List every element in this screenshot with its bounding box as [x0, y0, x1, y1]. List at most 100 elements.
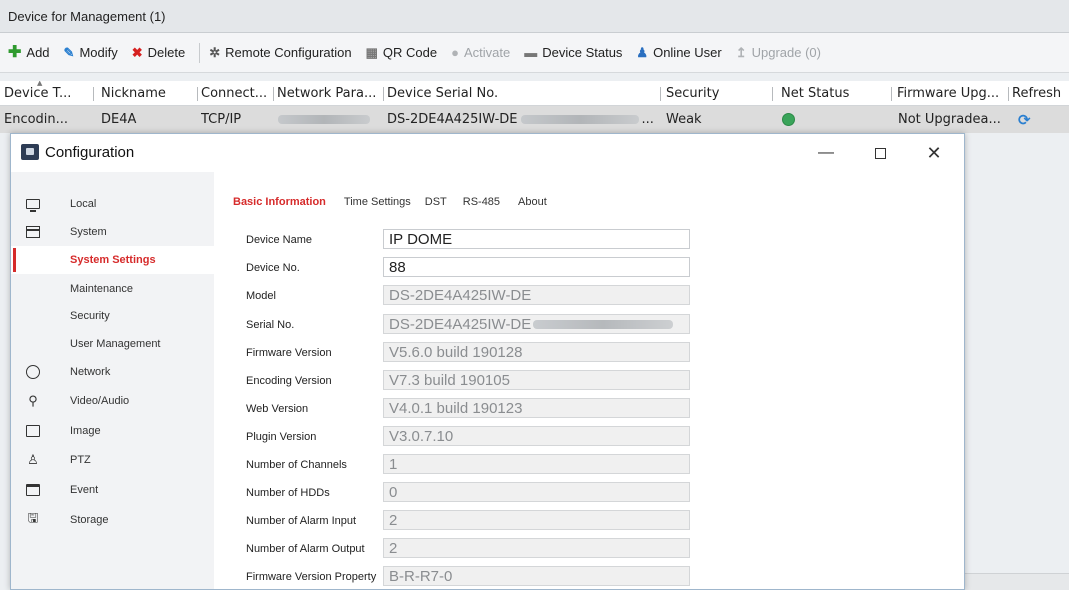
- refresh-icon[interactable]: ⟳: [1018, 106, 1048, 133]
- modify-button[interactable]: ✎ Modify: [64, 45, 118, 60]
- configuration-dialog: Configuration — ✕ Local System System Se…: [10, 133, 965, 590]
- number-of-alarm-input-field: 2: [383, 510, 690, 530]
- cell-net-status: [782, 106, 822, 133]
- maximize-icon: [874, 147, 886, 159]
- qr-code-button[interactable]: ▦ QR Code: [366, 45, 438, 60]
- table-row[interactable]: Encodin... DE4A TCP/IP DS-2DE4A425IW-DE …: [0, 106, 1069, 133]
- encoding-version-label: Encoding Version: [246, 375, 332, 387]
- upgrade-arrow-icon: ↥: [735, 45, 747, 60]
- column-separator[interactable]: [1008, 87, 1009, 101]
- delete-label: Delete: [147, 45, 186, 60]
- firmware-version-field: V5.6.0 build 190128: [383, 342, 690, 362]
- remote-configuration-button[interactable]: ✲ Remote Configuration: [209, 45, 351, 60]
- column-header-network-params[interactable]: Network Para...: [277, 81, 382, 105]
- delete-button[interactable]: ✖ Delete: [132, 45, 185, 60]
- sidebar-item-system[interactable]: System: [11, 218, 214, 246]
- column-header-connection[interactable]: Connect...: [201, 81, 273, 105]
- sidebar-item-security[interactable]: Security: [11, 302, 214, 330]
- column-separator[interactable]: [197, 87, 198, 101]
- column-header-device-type[interactable]: ▲ Device T...: [4, 81, 94, 105]
- modify-label: Modify: [79, 45, 118, 60]
- column-separator[interactable]: [383, 87, 384, 101]
- online-user-button[interactable]: ♟ Online User: [636, 45, 721, 60]
- upgrade-button[interactable]: ↥ Upgrade (0): [736, 45, 821, 60]
- device-toolbar: ✚ Add ✎ Modify ✖ Delete ✲ Remote Configu…: [0, 33, 1069, 73]
- column-header-nickname[interactable]: Nickname: [101, 81, 197, 105]
- column-header-label: Connect...: [201, 85, 268, 101]
- sidebar-item-label: System: [70, 226, 107, 238]
- sidebar-item-label: Local: [70, 198, 97, 210]
- sidebar-item-maintenance[interactable]: Maintenance: [11, 275, 214, 303]
- minimize-button[interactable]: —: [809, 140, 843, 166]
- monitor-icon: [25, 196, 41, 212]
- add-button[interactable]: ✚ Add: [8, 43, 50, 61]
- sidebar-item-system-settings[interactable]: System Settings: [11, 246, 214, 274]
- panel-footer: [965, 573, 1069, 590]
- gear-icon: ✲: [209, 45, 221, 60]
- sidebar-item-image[interactable]: Image: [11, 417, 214, 445]
- column-separator[interactable]: [772, 87, 773, 101]
- number-of-channels-field: 1: [383, 454, 690, 474]
- sidebar-item-label: System Settings: [70, 254, 156, 266]
- dialog-titlebar[interactable]: Configuration — ✕: [11, 134, 964, 172]
- device-status-icon: ▬: [524, 45, 538, 60]
- sidebar-item-label: Maintenance: [70, 283, 133, 295]
- toolbar-divider: [199, 42, 201, 63]
- cell-security: Weak: [666, 112, 702, 127]
- plus-icon: ✚: [8, 43, 22, 61]
- column-header-label: Nickname: [101, 85, 166, 101]
- sidebar-item-event[interactable]: Event: [11, 476, 214, 504]
- column-header-label: Device Serial No.: [387, 85, 499, 101]
- plugin-version-field: V3.0.7.10: [383, 426, 690, 446]
- cell-network-params: [278, 106, 378, 133]
- column-header-net-status[interactable]: Net Status: [781, 81, 881, 105]
- network-icon: [25, 364, 41, 380]
- sidebar-item-label: Security: [70, 310, 110, 322]
- tab-dst[interactable]: DST: [425, 196, 447, 208]
- sidebar-item-label: Image: [70, 425, 101, 437]
- web-version-label: Web Version: [246, 403, 309, 415]
- sidebar-item-network[interactable]: Network: [11, 358, 214, 386]
- column-separator[interactable]: [891, 87, 892, 101]
- cell-device-type: Encodin...: [4, 112, 69, 127]
- serial-no-value: DS-2DE4A425IW-DE: [389, 315, 532, 333]
- serial-ellipsis: ...: [641, 112, 654, 127]
- dialog-title: Configuration: [45, 144, 135, 161]
- maximize-button[interactable]: [863, 140, 897, 166]
- sidebar-item-user-management[interactable]: User Management: [11, 330, 214, 358]
- column-separator[interactable]: [660, 87, 661, 101]
- close-button[interactable]: ✕: [917, 140, 951, 166]
- tab-time-settings[interactable]: Time Settings: [344, 196, 411, 208]
- tab-basic-information[interactable]: Basic Information: [233, 196, 326, 208]
- sidebar-item-video-audio[interactable]: ⚲ Video/Audio: [11, 387, 214, 415]
- column-separator[interactable]: [273, 87, 274, 101]
- device-status-button[interactable]: ▬ Device Status: [524, 45, 622, 60]
- number-of-alarm-input-label: Number of Alarm Input: [246, 515, 357, 527]
- column-header-label: Refresh: [1012, 85, 1062, 101]
- edit-icon: ✎: [63, 45, 75, 60]
- tab-about[interactable]: About: [518, 196, 547, 208]
- column-header-firmware-upgrade[interactable]: Firmware Upg...: [897, 81, 1005, 105]
- column-header-security[interactable]: Security: [666, 81, 766, 105]
- serial-no-field: DS-2DE4A425IW-DE: [383, 314, 690, 334]
- firmware-version-label: Firmware Version: [246, 347, 332, 359]
- device-no-field[interactable]: 88: [383, 257, 690, 277]
- sidebar-item-label: Storage: [70, 514, 109, 526]
- close-icon: ✕: [926, 142, 942, 163]
- sidebar-item-ptz[interactable]: ♙ PTZ: [11, 446, 214, 474]
- column-separator[interactable]: [93, 87, 94, 101]
- column-header-serial[interactable]: Device Serial No.: [387, 81, 657, 105]
- tab-rs-485[interactable]: RS-485: [463, 196, 500, 208]
- sidebar-item-local[interactable]: Local: [11, 190, 214, 218]
- number-of-channels-label: Number of Channels: [246, 459, 347, 471]
- upgrade-label: Upgrade (0): [751, 45, 821, 60]
- cell-connection: TCP/IP: [201, 112, 242, 127]
- redacted-serial: [533, 319, 674, 329]
- firmware-version-property-field: B-R-R7-0: [383, 566, 690, 586]
- remote-configuration-label: Remote Configuration: [225, 45, 352, 60]
- device-name-field[interactable]: IP DOME: [383, 229, 690, 249]
- activate-button[interactable]: ● Activate: [451, 45, 510, 60]
- sidebar-item-label: PTZ: [70, 454, 91, 466]
- column-header-refresh[interactable]: Refresh: [1012, 81, 1069, 105]
- sidebar-item-storage[interactable]: 🖫 Storage: [11, 506, 214, 534]
